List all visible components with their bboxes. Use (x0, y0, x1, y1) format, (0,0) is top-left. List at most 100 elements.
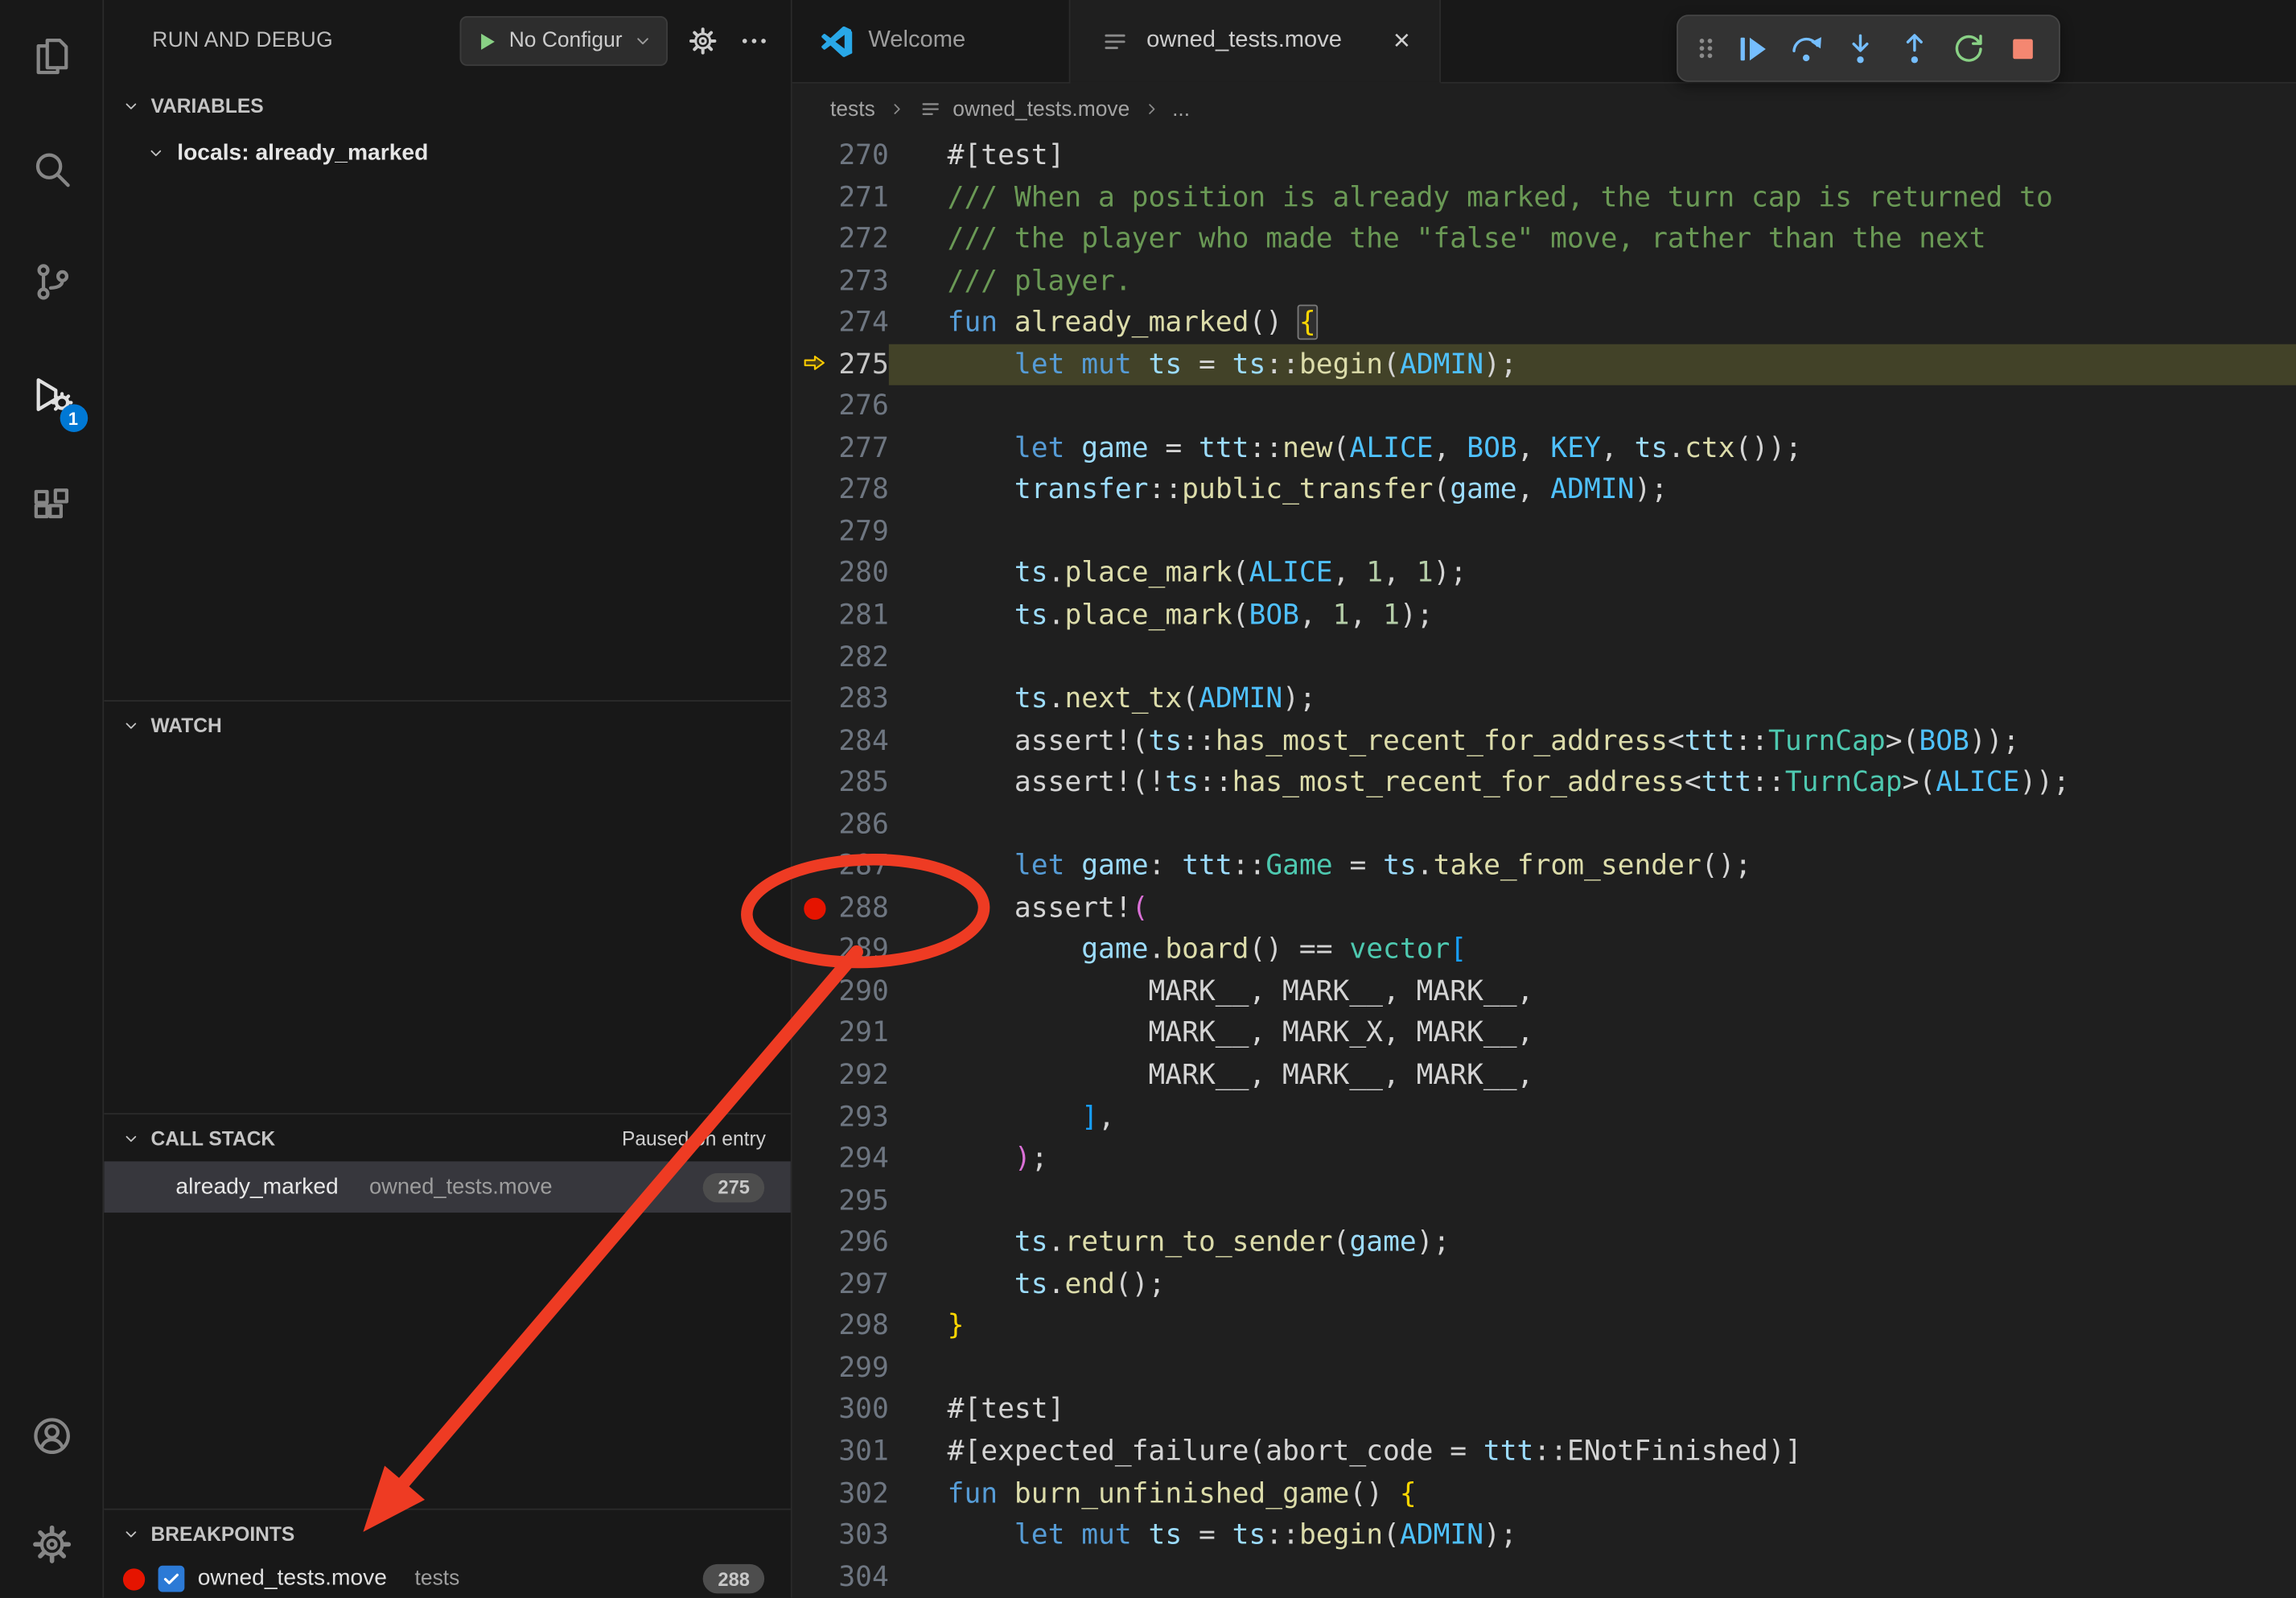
line-number[interactable]: 294 (836, 1138, 889, 1180)
gutter[interactable] (792, 1138, 837, 1180)
gutter[interactable] (792, 888, 837, 929)
gutter[interactable] (792, 1013, 837, 1055)
gutter[interactable] (792, 929, 837, 971)
code-text[interactable]: let game: ttt::Game = ts.take_from_sende… (889, 846, 2296, 888)
line-number[interactable]: 271 (836, 176, 889, 218)
code-text[interactable]: assert!(ts::has_most_recent_for_address<… (889, 720, 2296, 762)
debug-step-out-button[interactable] (1887, 20, 1941, 76)
tab-owned_tests-move[interactable]: owned_tests.move× (1071, 0, 1442, 84)
code-text[interactable]: MARK__, MARK_X, MARK__, (889, 1013, 2296, 1055)
code-text[interactable]: game.board() == vector[ (889, 929, 2296, 971)
line-number[interactable]: 273 (836, 260, 889, 302)
code-text[interactable]: #[expected_failure(abort_code = ttt::ENo… (889, 1431, 2296, 1472)
code-text[interactable]: fun already_marked() { (889, 302, 2296, 344)
line-number[interactable]: 278 (836, 469, 889, 511)
line-number[interactable]: 301 (836, 1431, 889, 1472)
gutter[interactable] (792, 260, 837, 302)
line-number[interactable]: 295 (836, 1180, 889, 1221)
debug-stop-button[interactable] (1996, 20, 2050, 76)
watch-section-header[interactable]: WATCH (104, 702, 791, 748)
code-text[interactable]: ts.place_mark(BOB, 1, 1); (889, 595, 2296, 636)
code-text[interactable]: assert!( (889, 888, 2296, 929)
line-number[interactable]: 290 (836, 971, 889, 1013)
debug-step-over-button[interactable] (1779, 20, 1833, 76)
gutter[interactable] (792, 511, 837, 553)
toolbar-drag-handle[interactable] (1687, 20, 1725, 76)
gutter[interactable] (792, 720, 837, 762)
code-text[interactable]: ); (889, 1138, 2296, 1180)
code-text[interactable]: #[test] (889, 134, 2296, 176)
line-number[interactable]: 302 (836, 1472, 889, 1514)
debug-step-into-button[interactable] (1833, 20, 1887, 76)
line-number[interactable]: 289 (836, 929, 889, 971)
code-text[interactable]: fun burn_unfinished_game() { (889, 1472, 2296, 1514)
line-number[interactable]: 287 (836, 846, 889, 888)
code-text[interactable]: transfer::public_transfer(game, ADMIN); (889, 469, 2296, 511)
line-number[interactable]: 297 (836, 1263, 889, 1305)
activity-bar-search[interactable] (0, 113, 103, 225)
line-number[interactable]: 270 (836, 134, 889, 176)
tab-welcome[interactable]: Welcome (792, 0, 1071, 82)
gutter[interactable] (792, 1221, 837, 1263)
code-text[interactable]: ], (889, 1097, 2296, 1139)
code-text[interactable]: } (889, 1305, 2296, 1347)
breakpoint-glyph[interactable] (803, 897, 825, 919)
line-number[interactable]: 286 (836, 804, 889, 846)
gutter[interactable] (792, 176, 837, 218)
gutter[interactable] (792, 134, 837, 176)
close-icon[interactable]: × (1393, 27, 1410, 56)
code-text[interactable]: /// the player who made the "false" move… (889, 218, 2296, 260)
code-text[interactable]: MARK__, MARK__, MARK__, (889, 971, 2296, 1013)
code-text[interactable]: let mut ts = ts::begin(ADMIN); (889, 344, 2296, 385)
gutter[interactable] (792, 1055, 837, 1097)
gutter[interactable] (792, 469, 837, 511)
line-number[interactable]: 291 (836, 1013, 889, 1055)
line-number[interactable]: 284 (836, 720, 889, 762)
breakpoints-section-header[interactable]: BREAKPOINTS (104, 1510, 791, 1557)
activity-bar-account[interactable] (0, 1381, 103, 1489)
code-text[interactable]: /// player. (889, 260, 2296, 302)
gutter[interactable] (792, 762, 837, 804)
gutter[interactable] (792, 804, 837, 846)
activity-bar-extensions[interactable] (0, 451, 103, 564)
line-number[interactable]: 293 (836, 1097, 889, 1139)
gutter[interactable] (792, 1472, 837, 1514)
activity-bar-settings[interactable] (0, 1489, 103, 1598)
code-text[interactable] (889, 385, 2296, 427)
debug-config-dropdown[interactable]: No Configur (459, 16, 668, 66)
gutter[interactable] (792, 1263, 837, 1305)
code-text[interactable] (889, 1556, 2296, 1598)
breadcrumb-item[interactable]: ... (1172, 97, 1190, 121)
variables-section-header[interactable]: VARIABLES (104, 82, 791, 129)
line-number[interactable]: 274 (836, 302, 889, 344)
gutter[interactable] (792, 302, 837, 344)
gutter[interactable] (792, 1097, 837, 1139)
line-number[interactable]: 298 (836, 1305, 889, 1347)
gear-icon[interactable] (687, 25, 719, 57)
activity-bar-run-and-debug[interactable]: 1 (0, 338, 103, 451)
call-stack-frame[interactable]: already_markedowned_tests.move275 (104, 1161, 791, 1213)
gutter[interactable] (792, 218, 837, 260)
line-number[interactable]: 285 (836, 762, 889, 804)
line-number[interactable]: 282 (836, 636, 889, 678)
line-number[interactable]: 272 (836, 218, 889, 260)
more-actions-icon[interactable] (738, 25, 770, 57)
gutter[interactable] (792, 636, 837, 678)
gutter[interactable] (792, 344, 837, 385)
line-number[interactable]: 304 (836, 1556, 889, 1598)
line-number[interactable]: 299 (836, 1347, 889, 1389)
code-text[interactable] (889, 804, 2296, 846)
debug-restart-button[interactable] (1942, 20, 1996, 76)
gutter[interactable] (792, 553, 837, 595)
code-text[interactable]: /// When a position is already marked, t… (889, 176, 2296, 218)
code-text[interactable] (889, 1347, 2296, 1389)
activity-bar-source-control[interactable] (0, 225, 103, 338)
gutter[interactable] (792, 1180, 837, 1221)
code-text[interactable] (889, 511, 2296, 553)
variables-scope-row[interactable]: locals: already_marked (104, 129, 791, 177)
gutter[interactable] (792, 1347, 837, 1389)
code-text[interactable]: let mut ts = ts::begin(ADMIN); (889, 1514, 2296, 1556)
gutter[interactable] (792, 678, 837, 720)
breakpoint-item[interactable]: owned_tests.movetests288 (104, 1557, 791, 1598)
gutter[interactable] (792, 385, 837, 427)
